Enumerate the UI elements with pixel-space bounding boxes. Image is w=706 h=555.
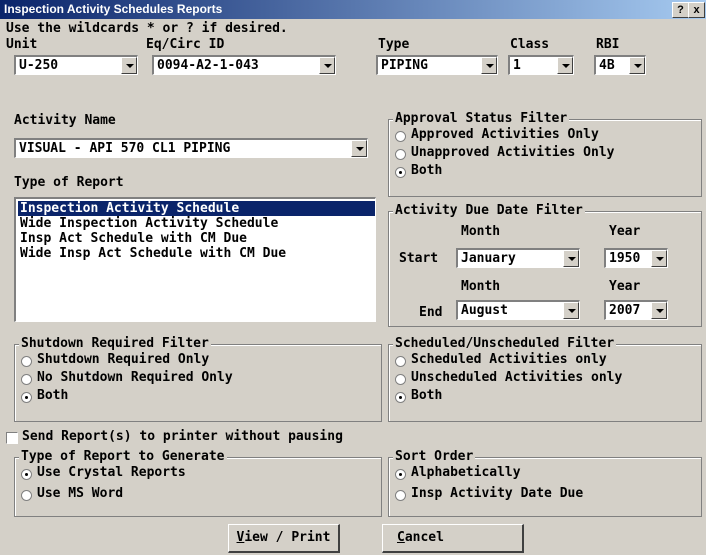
- approval-radio-1[interactable]: [395, 149, 406, 160]
- help-button[interactable]: ?: [672, 2, 689, 18]
- start-month-value: January: [461, 251, 516, 266]
- due-date-title: Activity Due Date Filter: [393, 203, 585, 218]
- start-month-combo[interactable]: January: [456, 248, 580, 268]
- title-bar: Inspection Activity Schedules Reports ? …: [0, 0, 706, 19]
- rbi-combo[interactable]: 4B: [594, 55, 646, 75]
- activity-name-label: Activity Name: [14, 113, 116, 128]
- list-item[interactable]: Inspection Activity Schedule: [18, 201, 375, 216]
- shutdown-group: Shutdown Required Filter Shutdown Requir…: [14, 336, 382, 422]
- generate-radio-0[interactable]: [21, 469, 32, 480]
- chevron-down-icon[interactable]: [319, 57, 335, 74]
- send-printer-label[interactable]: Send Report(s) to printer without pausin…: [22, 429, 343, 444]
- chevron-down-icon[interactable]: [481, 57, 497, 74]
- end-label: End: [419, 305, 443, 320]
- scheduled-radio-2[interactable]: [395, 392, 406, 403]
- list-item[interactable]: Wide Inspection Activity Schedule: [18, 216, 278, 231]
- chevron-down-icon[interactable]: [351, 140, 367, 157]
- approval-radio-2[interactable]: [395, 167, 406, 178]
- cancel-button[interactable]: Cancel: [382, 524, 524, 553]
- view-print-label: iew / Print: [244, 530, 331, 545]
- scheduled-option-both[interactable]: Both: [411, 388, 442, 403]
- approval-status-group: Approval Status Filter Approved Activiti…: [388, 111, 702, 197]
- scheduled-radio-0[interactable]: [395, 356, 406, 367]
- chevron-down-icon[interactable]: [563, 250, 579, 267]
- start-label: Start: [399, 251, 439, 266]
- scheduled-title: Scheduled/Unscheduled Filter: [393, 336, 617, 351]
- shutdown-option-both[interactable]: Both: [37, 388, 68, 403]
- sort-radio-1[interactable]: [395, 490, 406, 501]
- shutdown-radio-2[interactable]: [21, 392, 32, 403]
- wildcard-hint: Use the wildcards * or ? if desired.: [6, 21, 288, 36]
- scheduled-radio-1[interactable]: [395, 374, 406, 385]
- sort-option-date-due[interactable]: Insp Activity Date Due: [411, 486, 583, 501]
- start-year-label: Year: [609, 224, 641, 239]
- shutdown-option-required[interactable]: Shutdown Required Only: [37, 352, 209, 367]
- chevron-down-icon[interactable]: [651, 302, 667, 319]
- end-year-value: 2007: [609, 303, 641, 318]
- activity-name-value: VISUAL - API 570 CL1 PIPING: [19, 141, 231, 156]
- cancel-label: ancel: [404, 530, 444, 545]
- sort-option-alpha[interactable]: Alphabetically: [411, 465, 521, 480]
- report-type-label: Type of Report: [14, 175, 124, 190]
- start-month-label: Month: [461, 224, 501, 239]
- eqcirc-value: 0094-A2-1-043: [157, 58, 259, 73]
- chevron-down-icon[interactable]: [629, 57, 645, 74]
- approval-option-approved[interactable]: Approved Activities Only: [411, 127, 599, 142]
- chevron-down-icon[interactable]: [651, 250, 667, 267]
- send-printer-checkbox[interactable]: [6, 432, 18, 444]
- end-year-combo[interactable]: 2007: [604, 300, 668, 320]
- generate-radio-1[interactable]: [21, 490, 32, 501]
- shutdown-option-not-required[interactable]: No Shutdown Required Only: [37, 370, 233, 385]
- class-label: Class: [510, 37, 550, 52]
- class-value: 1: [513, 58, 521, 73]
- generate-title: Type of Report to Generate: [19, 449, 227, 464]
- start-year-combo[interactable]: 1950: [604, 248, 668, 268]
- end-month-value: August: [461, 303, 508, 318]
- close-button[interactable]: x: [688, 2, 705, 18]
- approval-option-both[interactable]: Both: [411, 163, 442, 178]
- shutdown-radio-1[interactable]: [21, 374, 32, 385]
- class-combo[interactable]: 1: [508, 55, 574, 75]
- approval-radio-0[interactable]: [395, 131, 406, 142]
- chevron-down-icon[interactable]: [557, 57, 573, 74]
- generate-option-word[interactable]: Use MS Word: [37, 486, 123, 501]
- view-print-button[interactable]: View / Print: [228, 524, 340, 553]
- unit-combo[interactable]: U-250: [14, 55, 138, 75]
- report-type-list[interactable]: Inspection Activity Schedule Wide Inspec…: [14, 197, 376, 322]
- sort-order-group: Sort Order Alphabetically Insp Activity …: [388, 449, 702, 517]
- rbi-value: 4B: [599, 58, 615, 73]
- shutdown-title: Shutdown Required Filter: [19, 336, 211, 351]
- list-item[interactable]: Wide Insp Act Schedule with CM Due: [18, 246, 286, 261]
- type-label: Type: [378, 37, 410, 52]
- sort-radio-0[interactable]: [395, 469, 406, 480]
- end-month-combo[interactable]: August: [456, 300, 580, 320]
- generate-option-crystal[interactable]: Use Crystal Reports: [37, 465, 186, 480]
- start-year-value: 1950: [609, 251, 641, 266]
- activity-name-combo[interactable]: VISUAL - API 570 CL1 PIPING: [14, 138, 368, 158]
- rbi-label: RBI: [596, 37, 620, 52]
- scheduled-group: Scheduled/Unscheduled Filter Scheduled A…: [388, 336, 702, 422]
- unit-label: Unit: [6, 37, 38, 52]
- chevron-down-icon[interactable]: [121, 57, 137, 74]
- generate-group: Type of Report to Generate Use Crystal R…: [14, 449, 382, 517]
- window-title: Inspection Activity Schedules Reports: [4, 2, 223, 16]
- scheduled-option-scheduled[interactable]: Scheduled Activities only: [411, 352, 607, 367]
- list-item[interactable]: Insp Act Schedule with CM Due: [18, 231, 247, 246]
- type-value: PIPING: [381, 58, 428, 73]
- scheduled-option-unscheduled[interactable]: Unscheduled Activities only: [411, 370, 622, 385]
- shutdown-radio-0[interactable]: [21, 356, 32, 367]
- eqcirc-combo[interactable]: 0094-A2-1-043: [152, 55, 336, 75]
- end-month-label: Month: [461, 279, 501, 294]
- sort-order-title: Sort Order: [393, 449, 476, 464]
- cancel-mnemonic: C: [397, 530, 405, 545]
- unit-value: U-250: [19, 58, 59, 73]
- type-combo[interactable]: PIPING: [376, 55, 498, 75]
- end-year-label: Year: [609, 279, 641, 294]
- approval-option-unapproved[interactable]: Unapproved Activities Only: [411, 145, 615, 160]
- eqcirc-label: Eq/Circ ID: [146, 37, 225, 52]
- chevron-down-icon[interactable]: [563, 302, 579, 319]
- approval-status-title: Approval Status Filter: [393, 111, 570, 126]
